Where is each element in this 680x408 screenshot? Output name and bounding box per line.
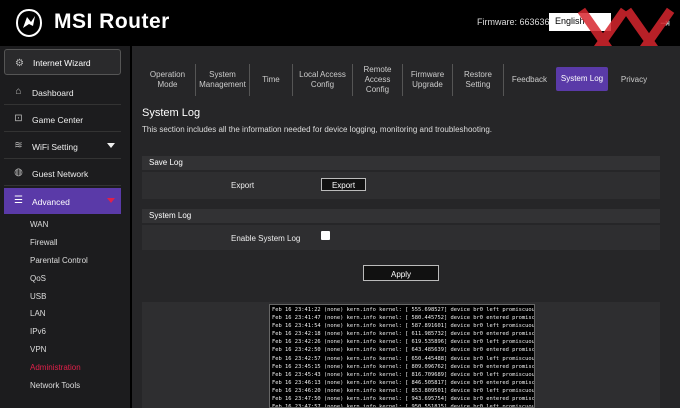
sidebar-subitem-vpn[interactable]: VPN xyxy=(30,345,46,354)
log-line: Feb 16 23:41:54 (none) kern.info kernel:… xyxy=(272,323,535,330)
tab-restore-setting[interactable]: Restore Setting xyxy=(452,64,503,96)
sidebar-item-label: Advanced xyxy=(32,197,70,207)
log-output[interactable]: Feb 16 23:41:22 (none) kern.info kernel:… xyxy=(269,304,535,408)
sidebar-subitem-network-tools[interactable]: Network Tools xyxy=(30,381,80,390)
apply-button[interactable]: Apply xyxy=(363,265,439,281)
chevron-down-icon xyxy=(107,143,115,148)
home-icon: ⌂ xyxy=(15,86,22,97)
log-line: Feb 16 23:47:57 (none) kern.info kernel:… xyxy=(272,404,535,408)
log-line: Feb 16 23:42:50 (none) kern.info kernel:… xyxy=(272,347,535,354)
sidebar-item-game-center[interactable]: ⊡ Game Center xyxy=(4,106,121,132)
tab-remote-access-config[interactable]: Remote Access Config xyxy=(352,64,402,96)
log-line: Feb 16 23:45:43 (none) kern.info kernel:… xyxy=(272,371,535,378)
sidebar-item-dashboard[interactable]: ⌂ Dashboard xyxy=(4,79,121,105)
sidebar-subitem-ipv6[interactable]: IPv6 xyxy=(30,327,46,336)
sidebar-subitem-administration[interactable]: Administration xyxy=(30,363,81,372)
msi-dragon-logo-icon xyxy=(15,8,43,38)
globe-icon: ◍ xyxy=(14,167,23,178)
enable-system-log-label: Enable System Log xyxy=(231,234,301,243)
page-description: This section includes all the informatio… xyxy=(142,125,492,134)
tab-privacy[interactable]: Privacy xyxy=(610,64,658,96)
sidebar-item-advanced[interactable]: ☰ Advanced xyxy=(4,188,121,214)
log-line: Feb 16 23:41:47 (none) kern.info kernel:… xyxy=(272,315,535,322)
tab-local-access-config[interactable]: Local Access Config xyxy=(292,64,352,96)
tab-firmware-upgrade[interactable]: Firmware Upgrade xyxy=(402,64,452,96)
sidebar-subitem-wan[interactable]: WAN xyxy=(30,220,48,229)
chevron-down-icon xyxy=(107,198,115,203)
wifi-icon: ≋ xyxy=(14,140,23,151)
header: MSI Router Firmware: 663636 English ⇥ xyxy=(0,0,680,75)
sidebar-subitem-usb[interactable]: USB xyxy=(30,292,46,301)
sidebar-subitem-parental-control[interactable]: Parental Control xyxy=(30,256,88,265)
internet-wizard-label: Internet Wizard xyxy=(33,58,91,68)
log-line: Feb 16 23:45:15 (none) kern.info kernel:… xyxy=(272,363,535,370)
sidebar-item-wifi-setting[interactable]: ≋ WiFi Setting xyxy=(4,133,121,159)
log-line: Feb 16 23:41:22 (none) kern.info kernel:… xyxy=(272,307,535,313)
internet-wizard-button[interactable]: ⚙ Internet Wizard xyxy=(4,49,121,75)
gamepad-icon: ⊡ xyxy=(14,113,23,124)
system-log-header: System Log xyxy=(142,209,660,223)
log-line: Feb 16 23:46:20 (none) kern.info kernel:… xyxy=(272,387,535,394)
save-log-row: Export Export xyxy=(142,172,660,199)
sidebar-item-label: Game Center xyxy=(32,115,84,125)
sidebar-item-guest-network[interactable]: ◍ Guest Network xyxy=(4,160,121,186)
log-line: Feb 16 23:42:26 (none) kern.info kernel:… xyxy=(272,339,535,346)
tab-system-log[interactable]: System Log xyxy=(556,67,608,91)
system-log-row: Enable System Log xyxy=(142,225,660,250)
sidebar-subitem-lan[interactable]: LAN xyxy=(30,309,46,318)
sidebar-subitem-firewall[interactable]: Firewall xyxy=(30,238,58,247)
export-button[interactable]: Export xyxy=(321,178,366,191)
log-line: Feb 16 23:42:18 (none) kern.info kernel:… xyxy=(272,331,535,338)
sidebar-item-label: Guest Network xyxy=(32,169,89,179)
enable-system-log-checkbox[interactable] xyxy=(321,231,330,240)
main-content: Operation Mode System Management Time Loca… xyxy=(132,46,680,408)
page-title: System Log xyxy=(142,107,201,119)
sidebar: ⚙ Internet Wizard ⌂ Dashboard ⊡ Game Cen… xyxy=(0,46,130,408)
tab-system-management[interactable]: System Management xyxy=(195,64,249,96)
log-line: Feb 16 23:47:50 (none) kern.info kernel:… xyxy=(272,396,535,403)
log-line: Feb 16 23:42:57 (none) kern.info kernel:… xyxy=(272,355,535,362)
brand-title: MSI Router xyxy=(54,10,170,33)
save-log-header: Save Log xyxy=(142,156,660,170)
sidebar-subitem-qos[interactable]: QoS xyxy=(30,274,46,283)
tab-operation-mode[interactable]: Operation Mode xyxy=(140,64,195,96)
log-line: Feb 16 23:46:13 (none) kern.info kernel:… xyxy=(272,379,535,386)
log-panel: Feb 16 23:41:22 (none) kern.info kernel:… xyxy=(142,302,660,408)
sidebar-item-label: Dashboard xyxy=(32,88,74,98)
gear-icon: ⚙ xyxy=(15,58,24,69)
sidebar-item-label: WiFi Setting xyxy=(32,142,78,152)
tab-feedback[interactable]: Feedback xyxy=(503,64,555,96)
tab-time[interactable]: Time xyxy=(249,64,292,96)
export-label: Export xyxy=(231,181,255,190)
sliders-icon: ☰ xyxy=(14,195,23,206)
firmware-version: Firmware: 663636 xyxy=(477,17,550,27)
